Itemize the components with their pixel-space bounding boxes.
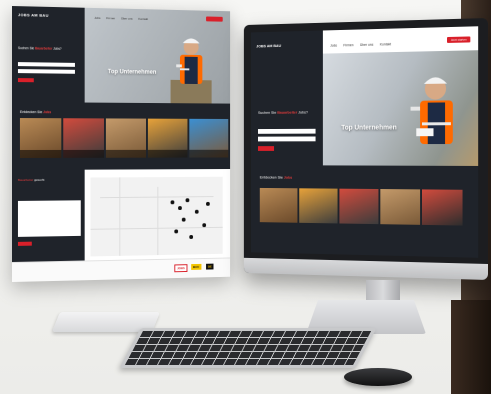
nav-item-firmen[interactable]: Firmen bbox=[343, 43, 353, 47]
map-pin[interactable] bbox=[206, 202, 209, 205]
search-heading: Suchen Sie Bauarbeiter Jobs? bbox=[258, 110, 319, 116]
category-cards bbox=[20, 118, 228, 158]
logo[interactable]: JOBS AM BAU bbox=[18, 12, 49, 18]
nav-item-ueber-uns[interactable]: Über uns bbox=[360, 43, 373, 47]
category-card[interactable] bbox=[189, 119, 228, 158]
header-cta-button[interactable]: Jetzt starten bbox=[447, 36, 470, 43]
monitor-chin bbox=[244, 258, 488, 280]
worker-illustration bbox=[167, 31, 216, 103]
map-pin[interactable] bbox=[174, 229, 177, 232]
footer-partner-logo: JOBS bbox=[174, 264, 187, 272]
location-input[interactable] bbox=[258, 136, 316, 141]
footer-partner-logo: BAU bbox=[191, 264, 201, 270]
header-cta-button[interactable] bbox=[206, 16, 223, 21]
map-pin[interactable] bbox=[178, 206, 181, 209]
nav-item-kontakt[interactable]: Kontakt bbox=[138, 17, 148, 21]
category-card[interactable] bbox=[380, 189, 420, 225]
background-wall-shadow bbox=[451, 300, 491, 394]
desktop-monitor: JOBS AM BAU Jobs Firmen Über uns Kontakt… bbox=[244, 18, 488, 280]
worker-illustration bbox=[401, 66, 468, 166]
hero-headline: Top Unternehmen bbox=[341, 125, 396, 132]
nav-item-kontakt[interactable]: Kontakt bbox=[380, 42, 391, 46]
form-submit-button[interactable] bbox=[18, 242, 32, 246]
nav-item-jobs[interactable]: Jobs bbox=[330, 44, 337, 48]
category-card[interactable] bbox=[148, 119, 188, 158]
category-card[interactable] bbox=[106, 118, 146, 157]
search-button[interactable] bbox=[18, 78, 34, 82]
category-section-title: Entdecken Sie Jobs bbox=[20, 110, 51, 114]
map-pin[interactable] bbox=[186, 198, 189, 201]
lower-panel-heading: Bauarbeiter gesucht bbox=[18, 178, 81, 183]
category-card[interactable] bbox=[339, 189, 378, 224]
product-mockup-scene: JOBS AM BAU Jobs Firmen Über uns Kontakt… bbox=[0, 0, 491, 394]
keyboard[interactable] bbox=[119, 328, 376, 368]
location-input[interactable] bbox=[18, 69, 75, 74]
footer-partner-logo: DE bbox=[206, 264, 214, 270]
mouse[interactable] bbox=[344, 368, 412, 386]
job-map[interactable] bbox=[90, 177, 222, 257]
map-pin[interactable] bbox=[182, 218, 185, 221]
nav-item-firmen[interactable]: Firmen bbox=[106, 16, 115, 20]
category-section-title: Entdecken Sie Jobs bbox=[260, 175, 292, 180]
nav-item-ueber-uns[interactable]: Über uns bbox=[121, 16, 133, 20]
keyboard-keys bbox=[125, 331, 371, 365]
map-pin[interactable] bbox=[189, 235, 192, 238]
category-card[interactable] bbox=[20, 118, 61, 158]
hero-headline: Top Unternehmen bbox=[108, 69, 157, 75]
map-pin[interactable] bbox=[195, 210, 198, 213]
map-pin[interactable] bbox=[202, 223, 205, 226]
job-title-input[interactable] bbox=[18, 62, 75, 67]
website-page-mockup: JOBS AM BAU Jobs Firmen Über uns Kontakt… bbox=[12, 6, 230, 282]
category-card[interactable] bbox=[299, 188, 337, 223]
category-card[interactable] bbox=[260, 188, 298, 223]
job-title-input[interactable] bbox=[258, 129, 316, 134]
category-cards bbox=[260, 188, 463, 226]
category-card[interactable] bbox=[422, 189, 463, 225]
nav-item-jobs[interactable]: Jobs bbox=[94, 16, 100, 20]
top-nav: Jobs Firmen Über uns Kontakt bbox=[330, 42, 391, 47]
logo[interactable]: JOBS AM BAU bbox=[256, 43, 281, 48]
map-pin[interactable] bbox=[171, 200, 174, 203]
contact-form[interactable] bbox=[18, 200, 81, 237]
search-button[interactable] bbox=[258, 146, 274, 151]
monitor-screen: JOBS AM BAU Jobs Firmen Über uns Kontakt… bbox=[251, 26, 478, 257]
category-card[interactable] bbox=[63, 118, 104, 158]
